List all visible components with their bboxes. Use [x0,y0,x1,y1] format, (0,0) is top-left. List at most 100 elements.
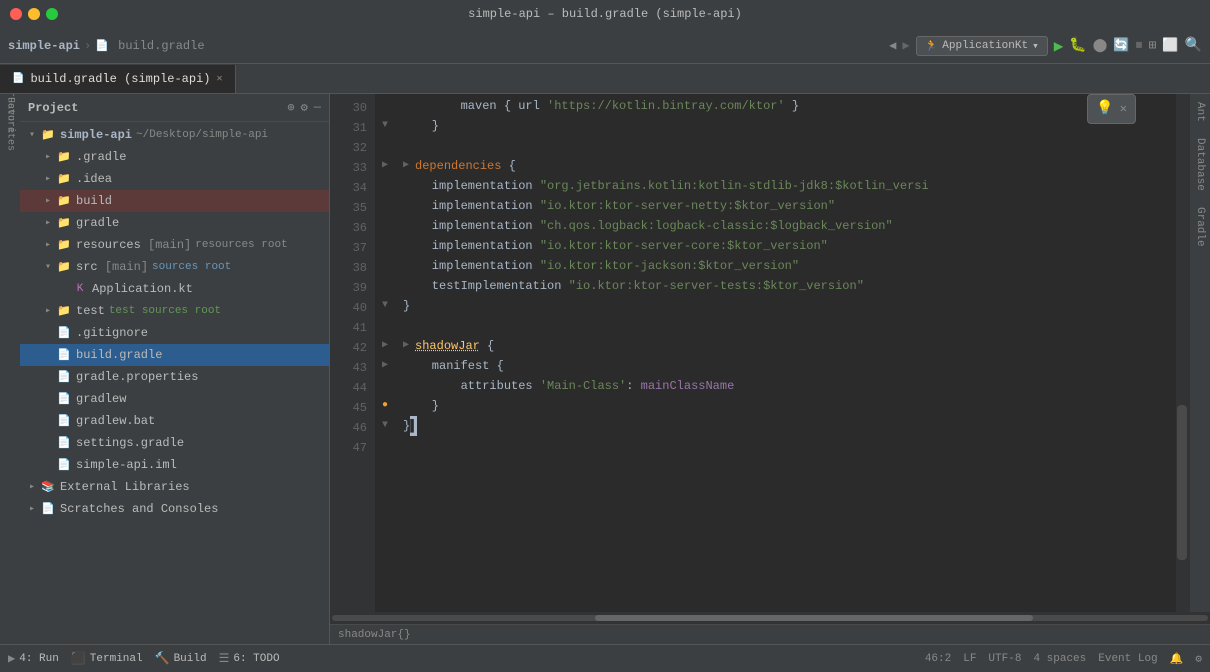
tree-item-gradle[interactable]: ▸ 📁 gradle [20,212,329,234]
tree-item-iml[interactable]: ▸ 📄 simple-api.iml [20,454,329,476]
tree-item-settings-gradle[interactable]: ▸ 📄 settings.gradle [20,432,329,454]
tree-arrow: ▸ [24,479,40,495]
file-icon: 📄 [56,391,72,407]
tree-label: Application.kt [92,282,193,296]
indent-size[interactable]: 4 spaces [1033,653,1086,665]
tab-file-icon: 📄 [12,73,24,85]
tab-build-gradle[interactable]: 📄 build.gradle (simple-api) ✕ [0,65,236,93]
close-button[interactable] [10,8,22,20]
tree-item-gradlew-bat[interactable]: ▸ 📄 gradlew.bat [20,410,329,432]
minimize-button[interactable] [28,8,40,20]
tree-label: gradlew [76,392,126,406]
tree-item-test[interactable]: ▸ 📁 test test sources root [20,300,329,322]
folder-icon: 📁 [56,171,72,187]
gradle-panel-label[interactable]: Gradle [1190,199,1210,255]
libs-icon: 📚 [40,479,56,495]
scrollbar-thumb[interactable] [595,615,1033,621]
settings-icon[interactable]: ⚙ [1195,652,1202,666]
tree-arrow: ▸ [40,193,56,209]
cursor-position: 46:2 [925,653,951,665]
debug-icon[interactable]: 🐛 [1069,37,1086,54]
code-line-31: } [403,116,1168,136]
run-tab-label: 4: Run [19,653,59,665]
suggestion-close-button[interactable]: ✕ [1120,99,1127,119]
toolbar-right: ◀ ▶ 🏃 ApplicationKt ▾ ▶ 🐛 ⬤ 🔄 ⏹ ⊞ ⬜ 🔍 [889,36,1202,56]
stop-icon[interactable]: ⏹ [1136,38,1143,54]
layout-icon[interactable]: ⊞ [1149,38,1157,53]
code-line-32 [403,136,1168,156]
vertical-scrollbar[interactable] [1176,94,1190,612]
tree-expand-arrow: ▾ [24,127,40,143]
tab-label: build.gradle (simple-api) [30,72,210,86]
scratches-icon: 📄 [40,501,56,517]
forward-icon[interactable]: ▶ [902,38,909,53]
tree-label: .gitignore [76,326,148,340]
tree-item-external-libs[interactable]: ▸ 📚 External Libraries [20,476,329,498]
tree-item-build-gradle[interactable]: ▸ 📄 build.gradle [20,344,329,366]
locate-file-icon[interactable]: ⊕ [287,100,294,115]
horizontal-scrollbar[interactable] [330,612,1210,624]
favorites-icon[interactable]: Favorites [2,116,18,132]
run-tab[interactable]: ▶ 4: Run [8,651,59,666]
database-panel-label[interactable]: Database [1190,130,1210,199]
tree-item-resources[interactable]: ▸ 📁 resources [main] resources root [20,234,329,256]
coverage-icon[interactable]: ⬤ [1093,38,1108,53]
tree-item-gradle-dir[interactable]: ▸ 📁 .gradle [20,146,329,168]
run-icon[interactable]: ▶ [1054,36,1064,56]
tree-item-application-kt[interactable]: K Application.kt [20,278,329,300]
filename-text: shadowJar{} [338,629,411,641]
search-icon[interactable]: 🔍 [1185,37,1202,54]
maximize-button[interactable] [46,8,58,20]
project-panel-header: Project ⊕ ⚙ — [20,94,329,122]
tree-item-build[interactable]: ▸ 📁 build [20,190,329,212]
breadcrumb-project[interactable]: simple-api [8,39,80,53]
code-line-30: maven { url 'https://kotlin.bintray.com/… [403,96,1168,116]
tab-close-icon[interactable]: ✕ [216,73,222,85]
line-separator[interactable]: LF [963,653,976,665]
code-line-34: implementation "org.jetbrains.kotlin:kot… [403,176,1168,196]
folder-icon: 📁 [56,193,72,209]
build-tab[interactable]: 🔨 Build [155,651,207,666]
tree-item-root[interactable]: ▾ 📁 simple-api ~/Desktop/simple-api [20,124,329,146]
run-config-button[interactable]: 🏃 ApplicationKt ▾ [916,36,1048,56]
code-line-43: manifest { [403,356,1168,376]
tree-item-gradlew[interactable]: ▸ 📄 gradlew [20,388,329,410]
tree-item-scratches[interactable]: ▸ 📄 Scratches and Consoles [20,498,329,520]
resources-root-label: resources root [195,239,287,251]
tree-item-idea[interactable]: ▸ 📁 .idea [20,168,329,190]
left-panels: Structure Favorites Project ⊕ ⚙ — ▾ 📁 si… [0,94,330,644]
tree-item-src[interactable]: ▾ 📁 src [main] sources root [20,256,329,278]
editor-area: 30 31 32 33 34 35 36 37 38 39 40 41 42 4… [330,94,1210,644]
todo-tab-label: 6: TODO [233,653,279,665]
file-encoding[interactable]: UTF-8 [988,653,1021,665]
todo-tab[interactable]: ☰ 6: TODO [219,651,280,666]
suggestion-popup: 💡 ✕ [1087,94,1136,124]
file-icon: 📄 [56,457,72,473]
ant-panel-label[interactable]: Ant [1190,94,1210,130]
split-icon[interactable]: ⬜ [1162,38,1178,53]
side-icon-strip: Structure Favorites [0,94,20,644]
breadcrumb: simple-api › 📄 build.gradle [8,39,205,53]
project-icon: 📁 [40,127,56,143]
code-line-37: implementation "io.ktor:ktor-server-core… [403,236,1168,256]
right-panels: Ant Database Gradle [1190,94,1210,612]
event-log-link[interactable]: Event Log [1098,653,1157,665]
tree-label: gradle.properties [76,370,198,384]
tree-arrow: ▸ [24,501,40,517]
code-content[interactable]: 💡 ✕ maven { url 'https://kotlin.bintray.… [395,94,1176,612]
tree-label: settings.gradle [76,436,184,450]
tree-item-gitignore[interactable]: ▸ 📄 .gitignore [20,322,329,344]
back-icon[interactable]: ◀ [889,38,896,53]
collapse-icon[interactable]: — [314,100,321,115]
code-line-44: attributes 'Main-Class': mainClassName [403,376,1168,396]
terminal-tab[interactable]: ⬛ Terminal [71,651,143,666]
run-with-coverage-icon[interactable]: 🔄 [1113,38,1129,53]
traffic-lights [10,8,58,20]
tree-label: resources [main] [76,238,191,252]
filename-bar: shadowJar{} [330,624,1210,644]
tree-label: build [76,194,112,208]
build-icon: 🔨 [155,651,170,666]
settings-icon[interactable]: ⚙ [301,100,308,115]
build-tab-label: Build [174,653,207,665]
tree-item-gradle-properties[interactable]: ▸ 📄 gradle.properties [20,366,329,388]
